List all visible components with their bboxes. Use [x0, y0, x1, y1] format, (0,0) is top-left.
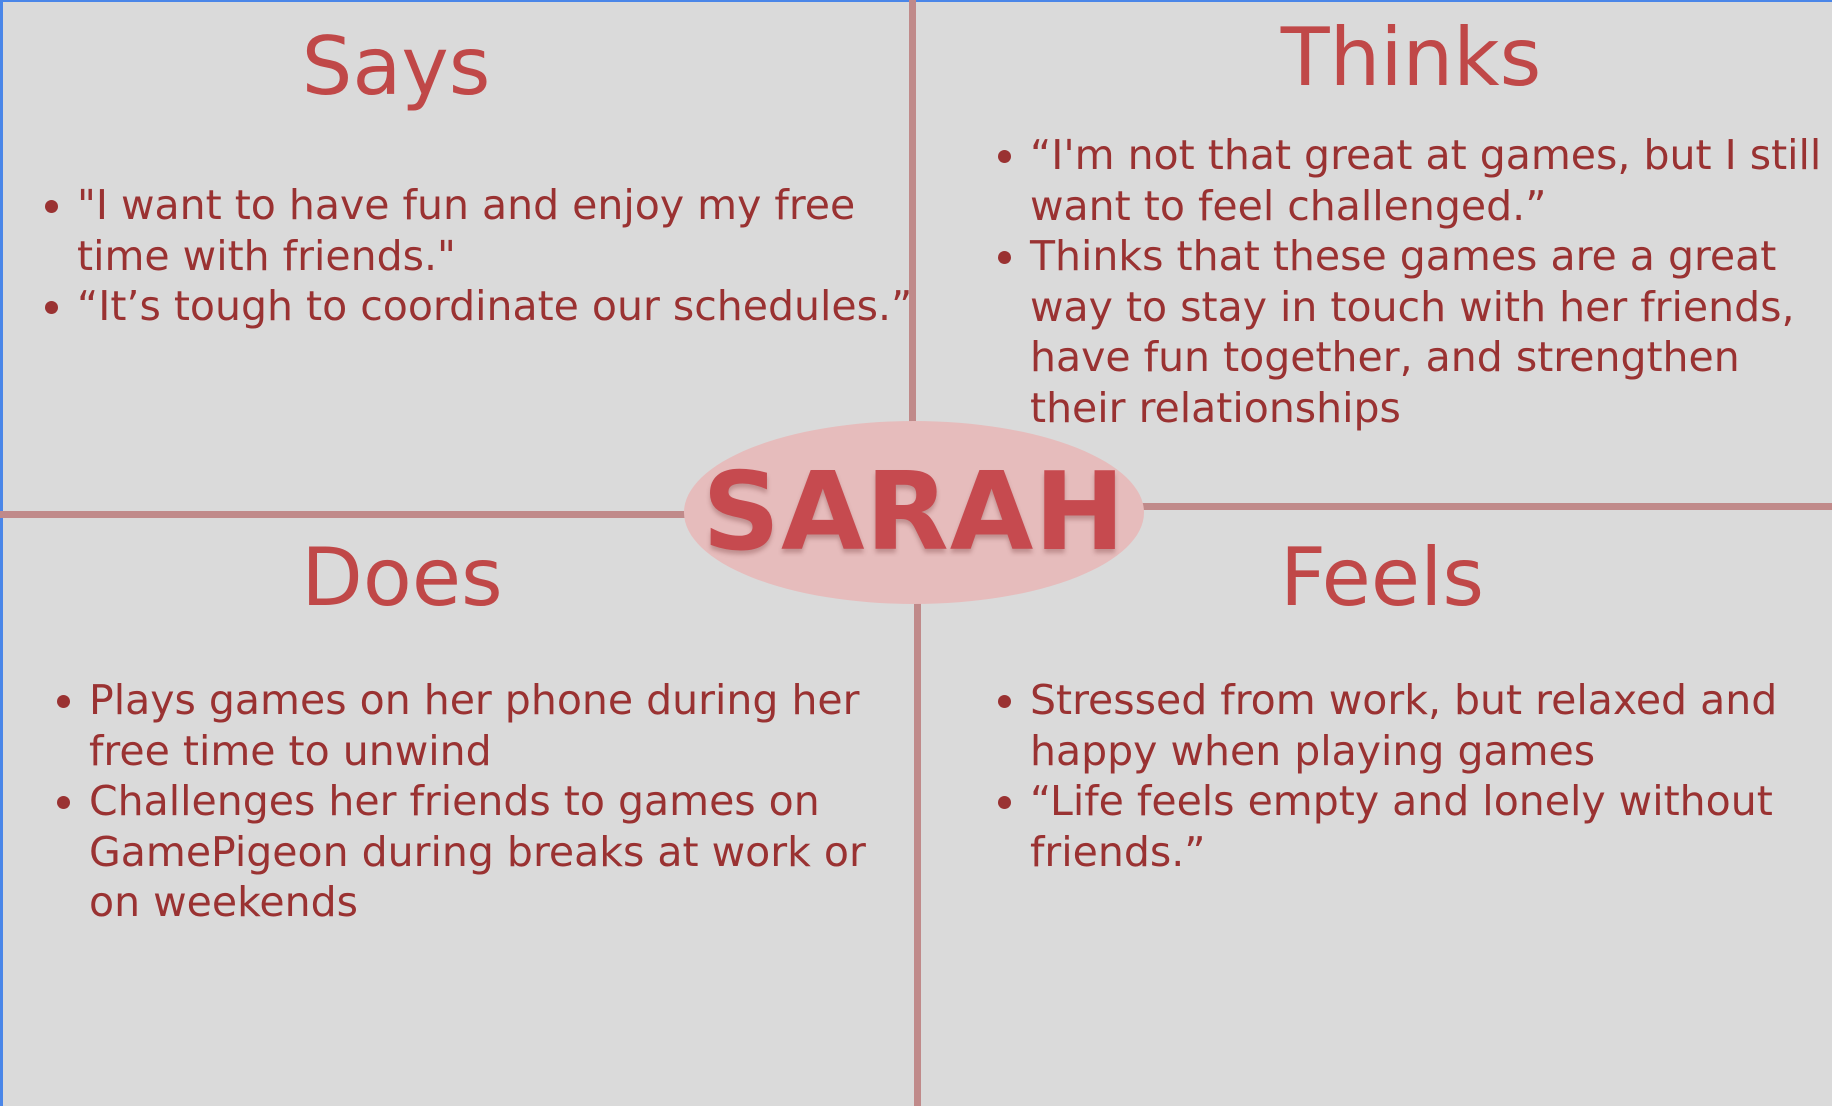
list-item: Thinks that these games are a great way …	[1030, 231, 1825, 433]
empathy-map: Says "I want to have fun and enjoy my fr…	[0, 0, 1832, 1106]
feels-list: Stressed from work, but relaxed and happ…	[990, 675, 1825, 877]
list-item: Plays games on her phone during her free…	[89, 675, 919, 776]
list-item: “Life feels empty and lonely without fri…	[1030, 776, 1825, 877]
divider-horizontal-right	[1140, 503, 1832, 510]
does-list: Plays games on her phone during her free…	[49, 675, 919, 928]
frame-top-edge	[0, 0, 1832, 2]
says-title: Says	[301, 20, 491, 113]
does-title: Does	[301, 531, 503, 624]
list-item: Challenges her friends to games on GameP…	[89, 776, 919, 928]
thinks-title: Thinks	[1280, 11, 1542, 104]
list-item: “It’s tough to coordinate our schedules.…	[77, 281, 927, 332]
list-item: “I'm not that great at games, but I stil…	[1030, 130, 1825, 231]
thinks-list: “I'm not that great at games, but I stil…	[990, 130, 1825, 433]
persona-name: SARAH	[702, 450, 1126, 575]
divider-horizontal-left	[0, 511, 690, 518]
list-item: "I want to have fun and enjoy my free ti…	[77, 180, 927, 281]
list-item: Stressed from work, but relaxed and happ…	[1030, 675, 1825, 776]
frame-left-edge	[0, 0, 3, 1106]
feels-title: Feels	[1280, 531, 1484, 624]
says-list: "I want to have fun and enjoy my free ti…	[37, 180, 927, 332]
